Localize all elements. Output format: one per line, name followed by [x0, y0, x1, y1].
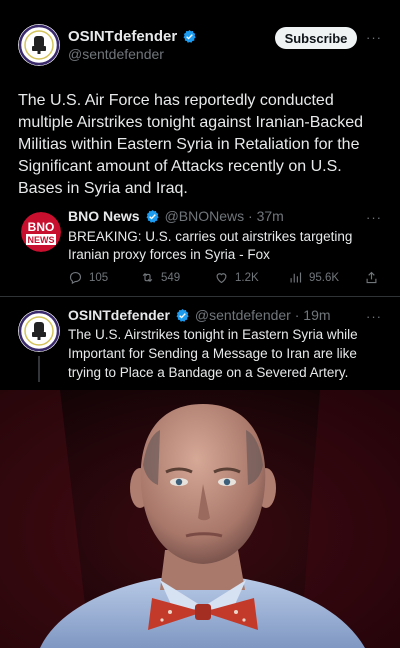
- share-icon: [366, 271, 377, 284]
- tweet-divider: [0, 296, 400, 297]
- more-icon[interactable]: ···: [366, 210, 382, 225]
- quoted-tweet-text: BREAKING: U.S. carries out airstrikes ta…: [68, 229, 353, 262]
- views-count: 95.6K: [309, 271, 340, 284]
- views-button[interactable]: 95.6K: [288, 270, 339, 285]
- retweet-count: 549: [161, 271, 181, 284]
- reply-tweet[interactable]: OSINTdefender @sentdefender · 19m ··· Th…: [0, 300, 400, 384]
- bno-avatar-text-bottom: NEWS: [28, 235, 55, 245]
- more-icon[interactable]: ···: [366, 30, 382, 45]
- bno-avatar-text-top: BNO: [28, 220, 55, 234]
- quoted-tweet[interactable]: BNO NEWS BNO News @BNONews · 37m ··· BRE…: [0, 200, 400, 294]
- views-icon: [290, 272, 302, 283]
- main-author-row: OSINTdefender: [68, 28, 197, 45]
- reply-count: 105: [89, 271, 109, 284]
- osintdefender-avatar[interactable]: [18, 310, 60, 352]
- main-tweet-header: OSINTdefender @sentdefender Subscribe ··…: [0, 0, 400, 80]
- osintdefender-avatar[interactable]: [18, 24, 60, 66]
- verified-badge-icon: [176, 308, 189, 322]
- reply-tweet-text: The U.S. Airstrikes tonight in Eastern S…: [68, 327, 358, 380]
- bno-news-avatar[interactable]: BNO NEWS: [21, 212, 61, 252]
- quoted-author-meta: @BNONews · 37m: [164, 208, 284, 224]
- thread-line: [38, 356, 40, 382]
- verified-badge-icon: [183, 29, 196, 43]
- quoted-author-name[interactable]: BNO News: [68, 208, 140, 224]
- like-count: 1.2K: [235, 271, 259, 284]
- retweet-icon: [142, 272, 153, 283]
- quoted-author-row: BNO News @BNONews · 37m: [68, 208, 284, 224]
- reaction-image: [0, 390, 400, 648]
- share-button[interactable]: [364, 270, 379, 285]
- verified-badge-icon: [146, 209, 159, 223]
- like-button[interactable]: 1.2K: [214, 270, 259, 285]
- retweet-button[interactable]: 549: [140, 270, 180, 285]
- action-bar: 105 549 1.2K 95.6K: [68, 270, 384, 286]
- reply-author-meta: @sentdefender · 19m: [194, 307, 331, 323]
- reply-icon: [69, 271, 82, 285]
- like-icon: [216, 273, 227, 284]
- reply-author-row: OSINTdefender @sentdefender · 19m: [68, 307, 331, 323]
- reply-author-name[interactable]: OSINTdefender: [68, 307, 170, 323]
- more-icon[interactable]: ···: [366, 309, 382, 324]
- main-tweet-text: The U.S. Air Force has reportedly conduc…: [18, 92, 364, 197]
- main-author-handle[interactable]: @sentdefender: [68, 46, 164, 62]
- main-author-name[interactable]: OSINTdefender: [68, 28, 177, 45]
- subscribe-button[interactable]: Subscribe: [275, 27, 357, 49]
- reply-button[interactable]: 105: [68, 270, 108, 285]
